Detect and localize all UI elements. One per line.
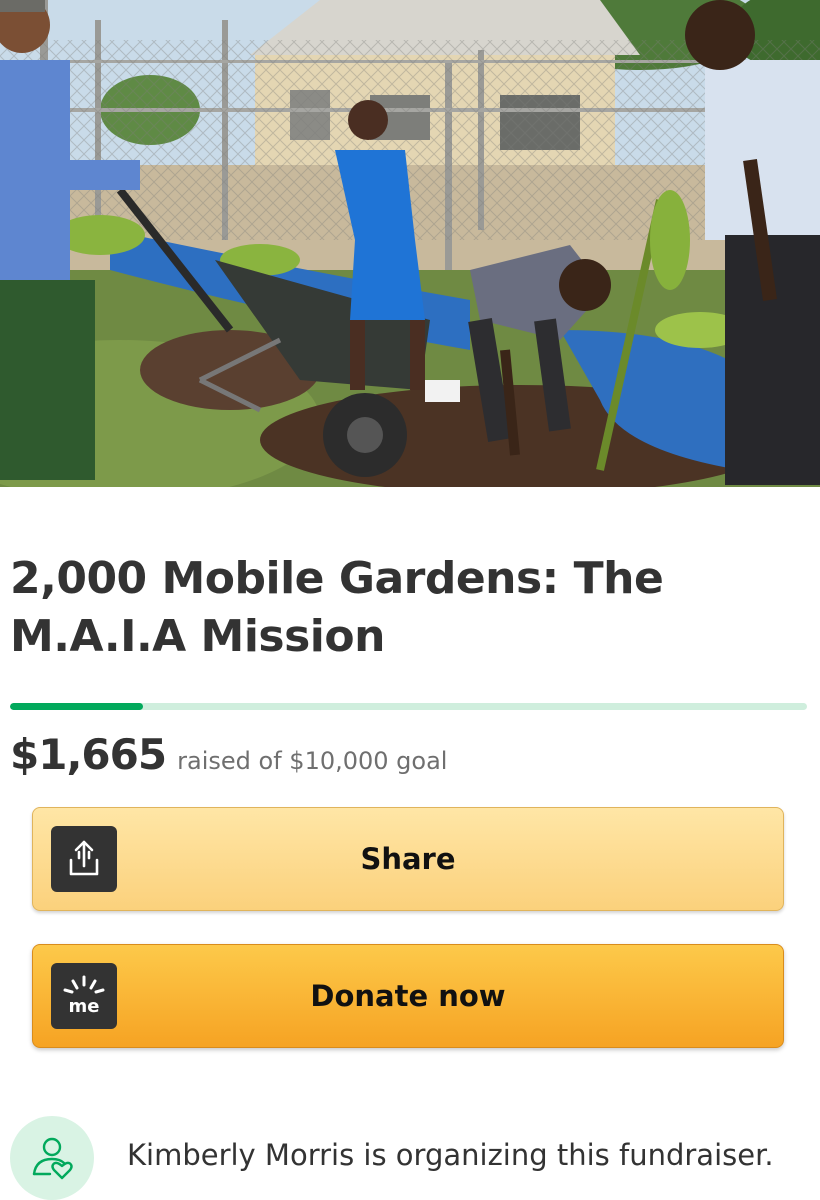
progress-bar bbox=[10, 703, 807, 710]
donate-now-button[interactable]: me Donate now bbox=[32, 944, 784, 1048]
share-button[interactable]: Share bbox=[32, 807, 784, 911]
goal-text: raised of $10,000 goal bbox=[177, 747, 448, 775]
share-button-label: Share bbox=[360, 842, 456, 876]
campaign-title: 2,000 Mobile Gardens: The M.A.I.A Missio… bbox=[10, 553, 664, 662]
fundraiser-page: 2,000 Mobile Gardens: The M.A.I.A Missio… bbox=[0, 0, 820, 1200]
person-heart-icon bbox=[32, 1137, 73, 1180]
organizer-text: Kimberly Morris is organizing this fundr… bbox=[127, 1138, 774, 1172]
organizer-avatar bbox=[10, 1116, 94, 1200]
amount-raised: $1,665 bbox=[10, 730, 167, 779]
progress-bar-fill bbox=[10, 703, 143, 710]
campaign-photo bbox=[0, 0, 820, 487]
donate-button-label: Donate now bbox=[310, 979, 506, 1013]
amount-raised-row: $1,665 raised of $10,000 goal bbox=[10, 730, 447, 779]
